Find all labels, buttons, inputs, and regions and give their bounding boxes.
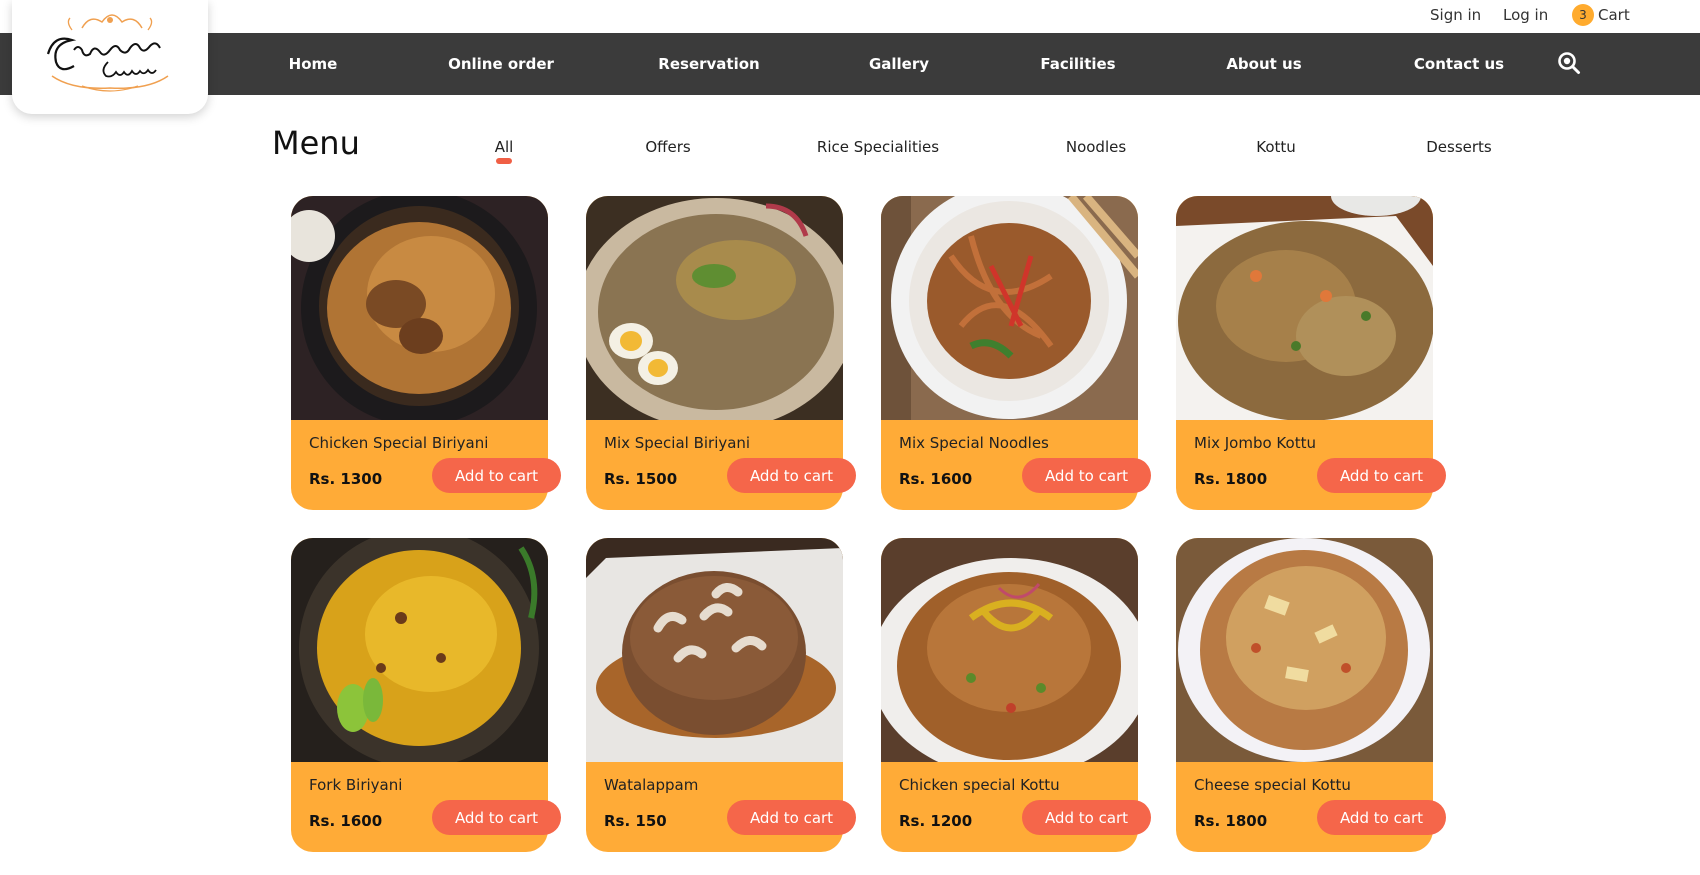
add-to-cart-button[interactable]: Add to cart: [1022, 458, 1151, 493]
nav-item-contact-us[interactable]: Contact us: [1414, 33, 1504, 95]
product-price: Rs. 150: [604, 812, 667, 830]
product-name: Chicken Special Biriyani: [309, 434, 489, 452]
add-to-cart-button[interactable]: Add to cart: [1317, 800, 1446, 835]
nav-item-facilities[interactable]: Facilities: [1040, 33, 1115, 95]
product-name: Mix Special Biriyani: [604, 434, 751, 452]
tab-rice-specialities[interactable]: Rice Specialities: [817, 138, 939, 156]
product-card: Chicken special Kottu Rs. 1200 Add to ca…: [881, 538, 1151, 852]
product-price: Rs. 1300: [309, 470, 383, 488]
search-icon[interactable]: [1557, 51, 1581, 75]
nav-item-home[interactable]: Home: [289, 33, 338, 95]
add-to-cart-button[interactable]: Add to cart: [432, 458, 561, 493]
cart-link[interactable]: Cart: [1598, 6, 1630, 24]
product-card: Mix Special Noodles Rs. 1600 Add to cart: [881, 196, 1151, 510]
food-image: [1176, 538, 1433, 762]
product-card: Mix Jombo Kottu Rs. 1800 Add to cart: [1176, 196, 1446, 510]
product-name: Chicken special Kottu: [899, 776, 1060, 794]
tab-kottu[interactable]: Kottu: [1256, 138, 1296, 156]
add-to-cart-button[interactable]: Add to cart: [432, 800, 561, 835]
food-image: [1176, 196, 1433, 420]
main-navigation: Home Online order Reservation Gallery Fa…: [0, 33, 1700, 95]
food-image: [291, 538, 548, 762]
tab-noodles[interactable]: Noodles: [1066, 138, 1126, 156]
product-card: Watalappam Rs. 150 Add to cart: [586, 538, 856, 852]
product-card: Cheese special Kottu Rs. 1800 Add to car…: [1176, 538, 1446, 852]
product-name: Mix Jombo Kottu: [1194, 434, 1316, 452]
food-image: [586, 538, 843, 762]
add-to-cart-button[interactable]: Add to cart: [1022, 800, 1151, 835]
food-image: [881, 538, 1138, 762]
active-tab-indicator: [496, 158, 512, 164]
cart-count-badge[interactable]: 3: [1572, 4, 1594, 26]
tab-all[interactable]: All: [495, 138, 514, 156]
add-to-cart-button[interactable]: Add to cart: [1317, 458, 1446, 493]
sign-in-link[interactable]: Sign in: [1430, 6, 1481, 24]
food-image: [586, 196, 843, 420]
product-price: Rs. 1800: [1194, 470, 1268, 488]
tab-desserts[interactable]: Desserts: [1426, 138, 1492, 156]
product-card: Fork Biriyani Rs. 1600 Add to cart: [291, 538, 561, 852]
product-price: Rs. 1500: [604, 470, 678, 488]
nav-item-about-us[interactable]: About us: [1226, 33, 1301, 95]
menu-title: Menu: [272, 124, 360, 162]
add-to-cart-button[interactable]: Add to cart: [727, 458, 856, 493]
food-image: [881, 196, 1138, 420]
product-price: Rs. 1200: [899, 812, 973, 830]
nav-item-online-order[interactable]: Online order: [448, 33, 554, 95]
product-name: Fork Biriyani: [309, 776, 403, 794]
nav-item-reservation[interactable]: Reservation: [658, 33, 759, 95]
top-utility-bar: Sign in Log in 3 Cart: [0, 0, 1700, 33]
nav-item-gallery[interactable]: Gallery: [869, 33, 929, 95]
product-name: Mix Special Noodles: [899, 434, 1049, 452]
product-name: Watalappam: [604, 776, 699, 794]
signature-cuisine-logo: [46, 14, 169, 92]
tab-offers[interactable]: Offers: [645, 138, 690, 156]
product-card: Mix Special Biriyani Rs. 1500 Add to car…: [586, 196, 856, 510]
product-card: Chicken Special Biriyani Rs. 1300 Add to…: [291, 196, 561, 510]
product-price: Rs. 1800: [1194, 812, 1268, 830]
food-image: [291, 196, 548, 420]
site-logo[interactable]: [12, 0, 208, 114]
product-name: Cheese special Kottu: [1194, 776, 1351, 794]
add-to-cart-button[interactable]: Add to cart: [727, 800, 856, 835]
product-price: Rs. 1600: [309, 812, 383, 830]
product-price: Rs. 1600: [899, 470, 973, 488]
log-in-link[interactable]: Log in: [1503, 6, 1548, 24]
